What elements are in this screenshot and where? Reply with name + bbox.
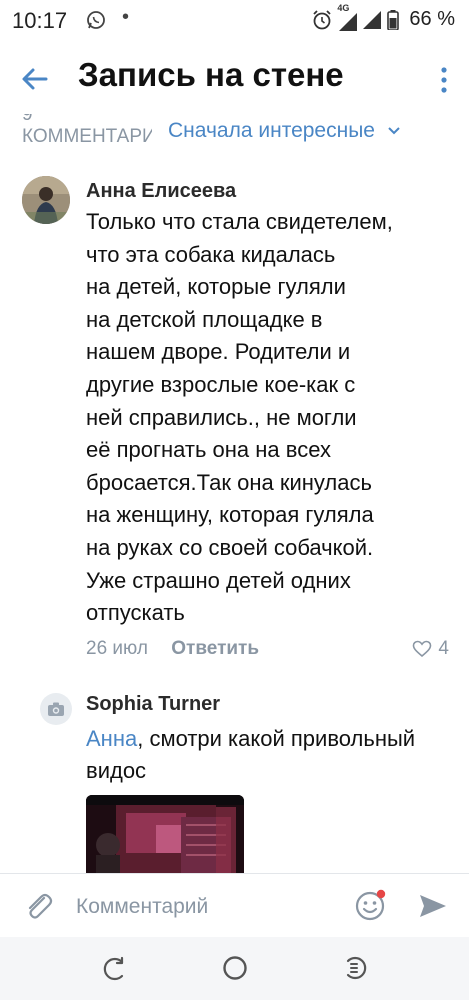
- avatar[interactable]: [22, 176, 70, 224]
- nav-home-icon[interactable]: [221, 954, 249, 982]
- paperclip-icon[interactable]: [22, 890, 54, 922]
- alarm-icon: [313, 9, 332, 29]
- comment-meta: 26 июл Ответить: [86, 638, 259, 660]
- sort-label: Сначала интересные: [168, 119, 375, 142]
- send-icon[interactable]: [418, 892, 448, 920]
- camera-icon: [48, 702, 64, 716]
- status-bar: 10:17 • 4G 66 %: [0, 0, 469, 44]
- battery-icon: [387, 9, 400, 30]
- nav-back-icon[interactable]: [102, 955, 130, 983]
- comment-input[interactable]: [74, 888, 338, 926]
- back-arrow-icon[interactable]: [20, 64, 50, 94]
- comment-date: 26 июл: [86, 638, 148, 659]
- avatar[interactable]: [40, 693, 72, 725]
- system-nav-bar: [0, 937, 469, 1000]
- comment-author[interactable]: Анна Елисеева: [86, 180, 236, 203]
- heart-icon: [413, 640, 432, 658]
- signal-icon: [363, 10, 382, 29]
- sort-dropdown[interactable]: Сначала интересные: [168, 119, 401, 143]
- page-title: Запись на стене: [78, 56, 344, 93]
- comment-compose-bar: [0, 873, 469, 938]
- whatsapp-icon: [87, 11, 105, 29]
- chevron-down-icon: [388, 127, 400, 135]
- comments-count: 9 КОММЕНТАРИЕВ: [22, 114, 152, 147]
- comment-text: Только что стала свидетелем, что эта соб…: [86, 209, 393, 626]
- reply-button[interactable]: Ответить: [171, 638, 259, 659]
- emoji-icon[interactable]: [354, 888, 388, 922]
- status-right: 4G 66 %: [311, 3, 455, 31]
- status-time: 10:17: [12, 8, 68, 33]
- battery-percent: 66 %: [409, 8, 455, 30]
- more-vert-icon[interactable]: [439, 66, 449, 94]
- app-bar: Запись на стене: [0, 44, 469, 114]
- nav-recent-apps-icon[interactable]: [340, 954, 368, 982]
- like-button[interactable]: 4: [412, 638, 449, 660]
- signal-4g-icon: 4G: [337, 3, 359, 31]
- video-thumbnail[interactable]: [86, 795, 244, 885]
- comments-header: 9 КОММЕНТАРИЕВ Сначала интересные: [0, 114, 469, 166]
- notification-dot-icon: •: [122, 6, 130, 28]
- like-count: 4: [438, 638, 449, 659]
- comment-author[interactable]: Sophia Turner: [86, 693, 220, 716]
- mention-link[interactable]: Анна: [86, 726, 137, 751]
- comment-text: Анна, смотри какой привольный видос: [86, 723, 446, 787]
- comments-count-clip: 9 КОММЕНТАРИЕВ: [22, 114, 152, 166]
